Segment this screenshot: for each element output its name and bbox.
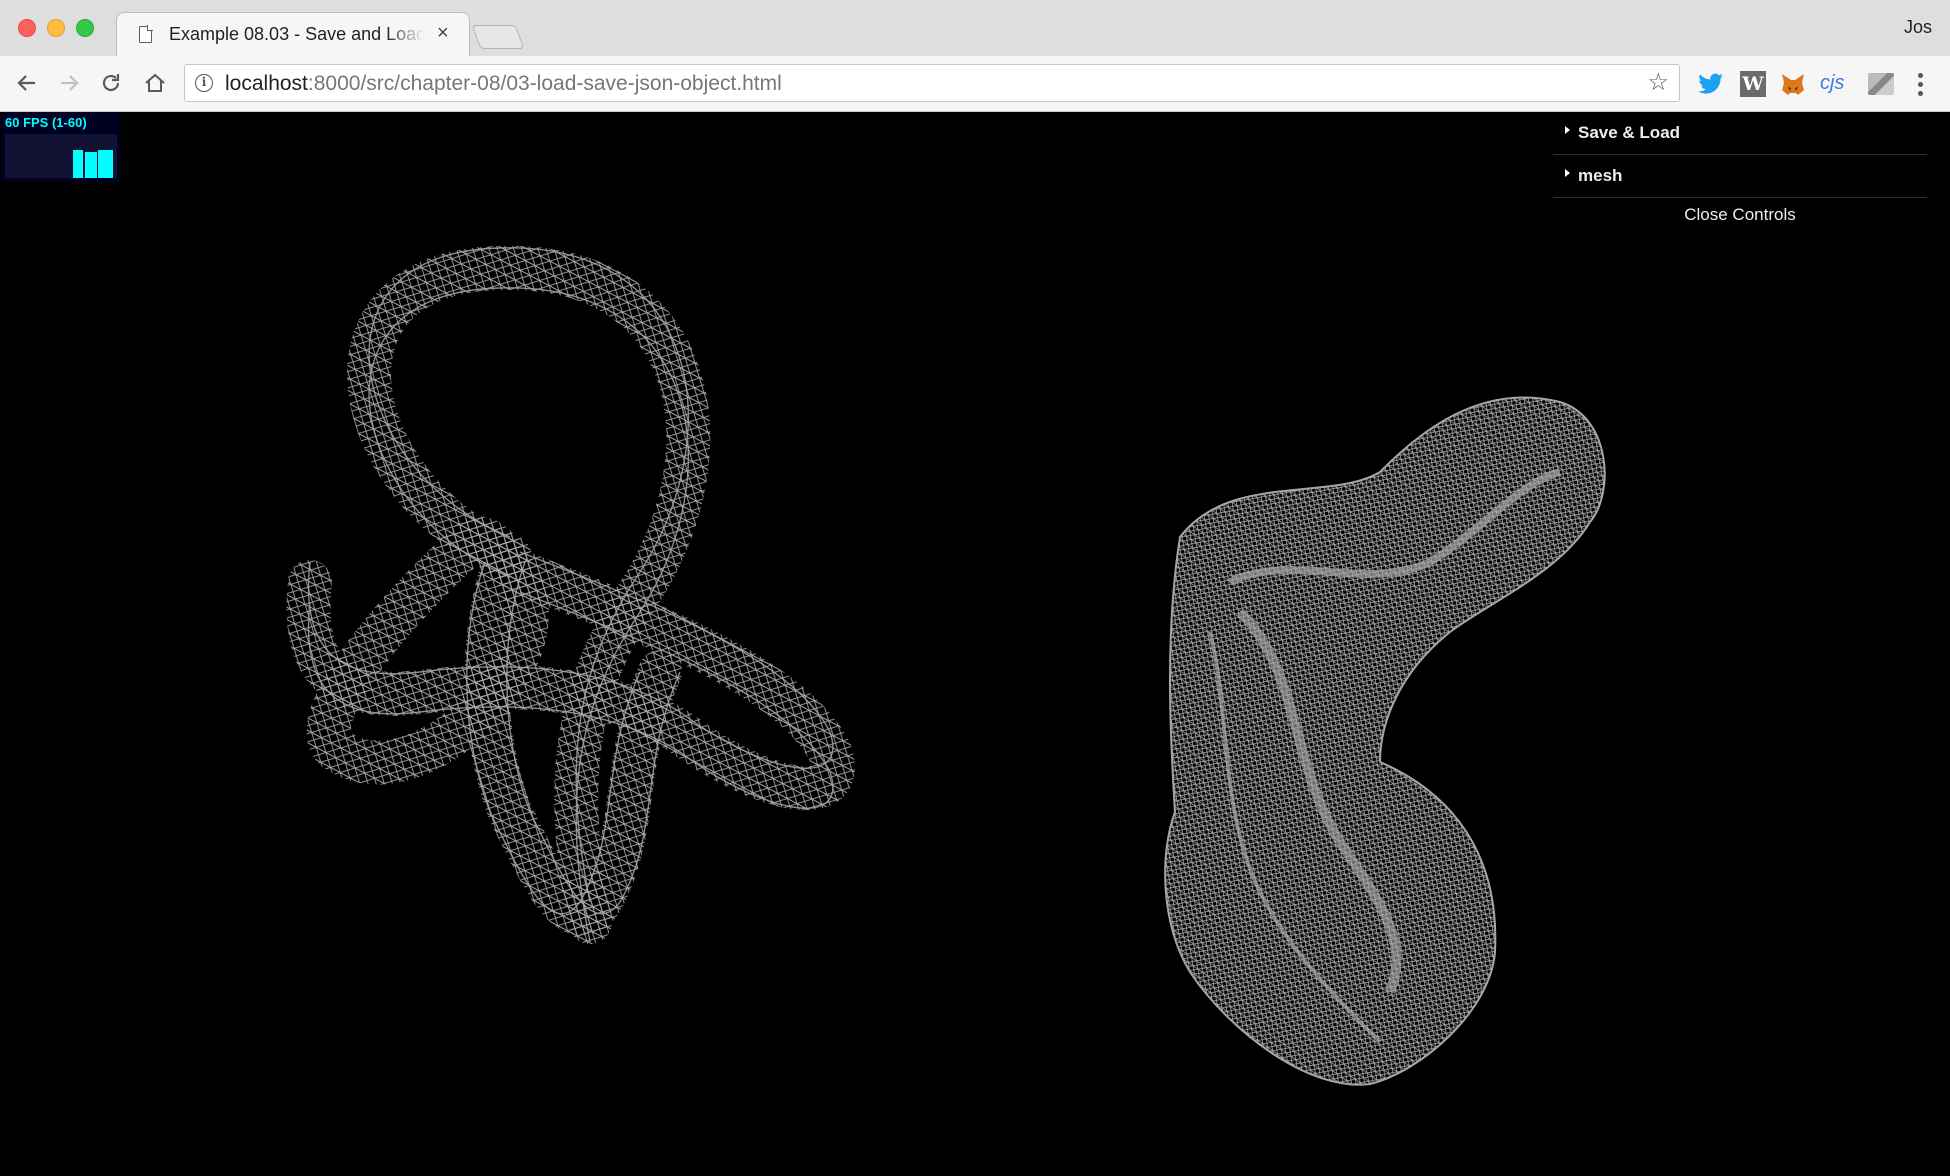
browser-tab-active[interactable]: Example 08.03 - Save and Load × <box>116 12 470 56</box>
metamask-fox-icon[interactable] <box>1780 71 1806 99</box>
dat-gui-panel: Save & Load mesh Close Controls <box>1553 112 1927 232</box>
new-tab-button[interactable] <box>471 25 525 49</box>
w-icon[interactable]: W <box>1740 71 1766 97</box>
webgl-canvas[interactable]: 60 FPS (1-60) Save & Load mesh Close Con… <box>0 112 1950 1176</box>
back-button[interactable] <box>12 68 42 98</box>
twitter-icon[interactable] <box>1698 70 1724 98</box>
triangle-right-icon <box>1565 169 1570 177</box>
fps-graph <box>5 134 117 178</box>
parametric-mesh-wireframe <box>1164 396 1606 1086</box>
tab-close-icon[interactable]: × <box>437 22 449 44</box>
wireframe-scene <box>286 245 1606 1086</box>
window-close-button[interactable] <box>18 19 36 37</box>
bookmark-star-icon[interactable]: ☆ <box>1647 70 1669 96</box>
window-minimize-button[interactable] <box>47 19 65 37</box>
window-title-bar: Example 08.03 - Save and Load × Jos <box>0 0 1950 56</box>
reload-icon <box>102 74 120 92</box>
fps-readout: 60 FPS (1-60) <box>5 115 87 130</box>
fox-shape <box>1782 74 1804 95</box>
info-icon[interactable]: i <box>195 74 213 92</box>
reload-button[interactable] <box>96 68 126 98</box>
gui-folder-mesh[interactable]: mesh <box>1553 155 1927 198</box>
window-maximize-button[interactable] <box>76 19 94 37</box>
fps-graph-bar <box>98 150 113 178</box>
arrow-left-icon <box>17 75 35 91</box>
menu-kebab-icon[interactable] <box>1910 70 1930 98</box>
profile-name[interactable]: Jos <box>1904 17 1932 38</box>
home-icon <box>145 73 165 92</box>
triangle-right-icon <box>1565 126 1570 134</box>
document-icon <box>139 26 152 43</box>
url-path: :8000/src/chapter-08/03-load-save-json-o… <box>307 72 782 95</box>
url-text[interactable]: localhost:8000/src/chapter-08/03-load-sa… <box>225 72 782 96</box>
browser-toolbar: i localhost:8000/src/chapter-08/03-load-… <box>0 56 1950 112</box>
close-controls-button[interactable]: Close Controls <box>1553 198 1927 232</box>
fps-graph-bar <box>73 150 83 178</box>
address-bar[interactable]: i localhost:8000/src/chapter-08/03-load-… <box>184 64 1680 102</box>
cjs-icon[interactable]: cjs <box>1820 69 1844 97</box>
forward-button[interactable] <box>54 68 84 98</box>
torus-knot-wireframe <box>286 245 855 944</box>
fps-stats-panel[interactable]: 60 FPS (1-60) <box>2 112 120 182</box>
gui-folder-label: Save & Load <box>1578 123 1681 142</box>
url-host: localhost <box>225 72 308 95</box>
twitter-bird-shape <box>1698 73 1723 94</box>
arrow-right-icon <box>61 75 79 91</box>
image-ext-icon[interactable] <box>1868 73 1894 95</box>
home-button[interactable] <box>140 68 170 98</box>
tab-title: Example 08.03 - Save and Load <box>169 24 424 44</box>
fps-graph-bar <box>85 152 97 178</box>
gui-folder-save-load[interactable]: Save & Load <box>1553 112 1927 155</box>
gui-folder-label: mesh <box>1578 166 1623 185</box>
